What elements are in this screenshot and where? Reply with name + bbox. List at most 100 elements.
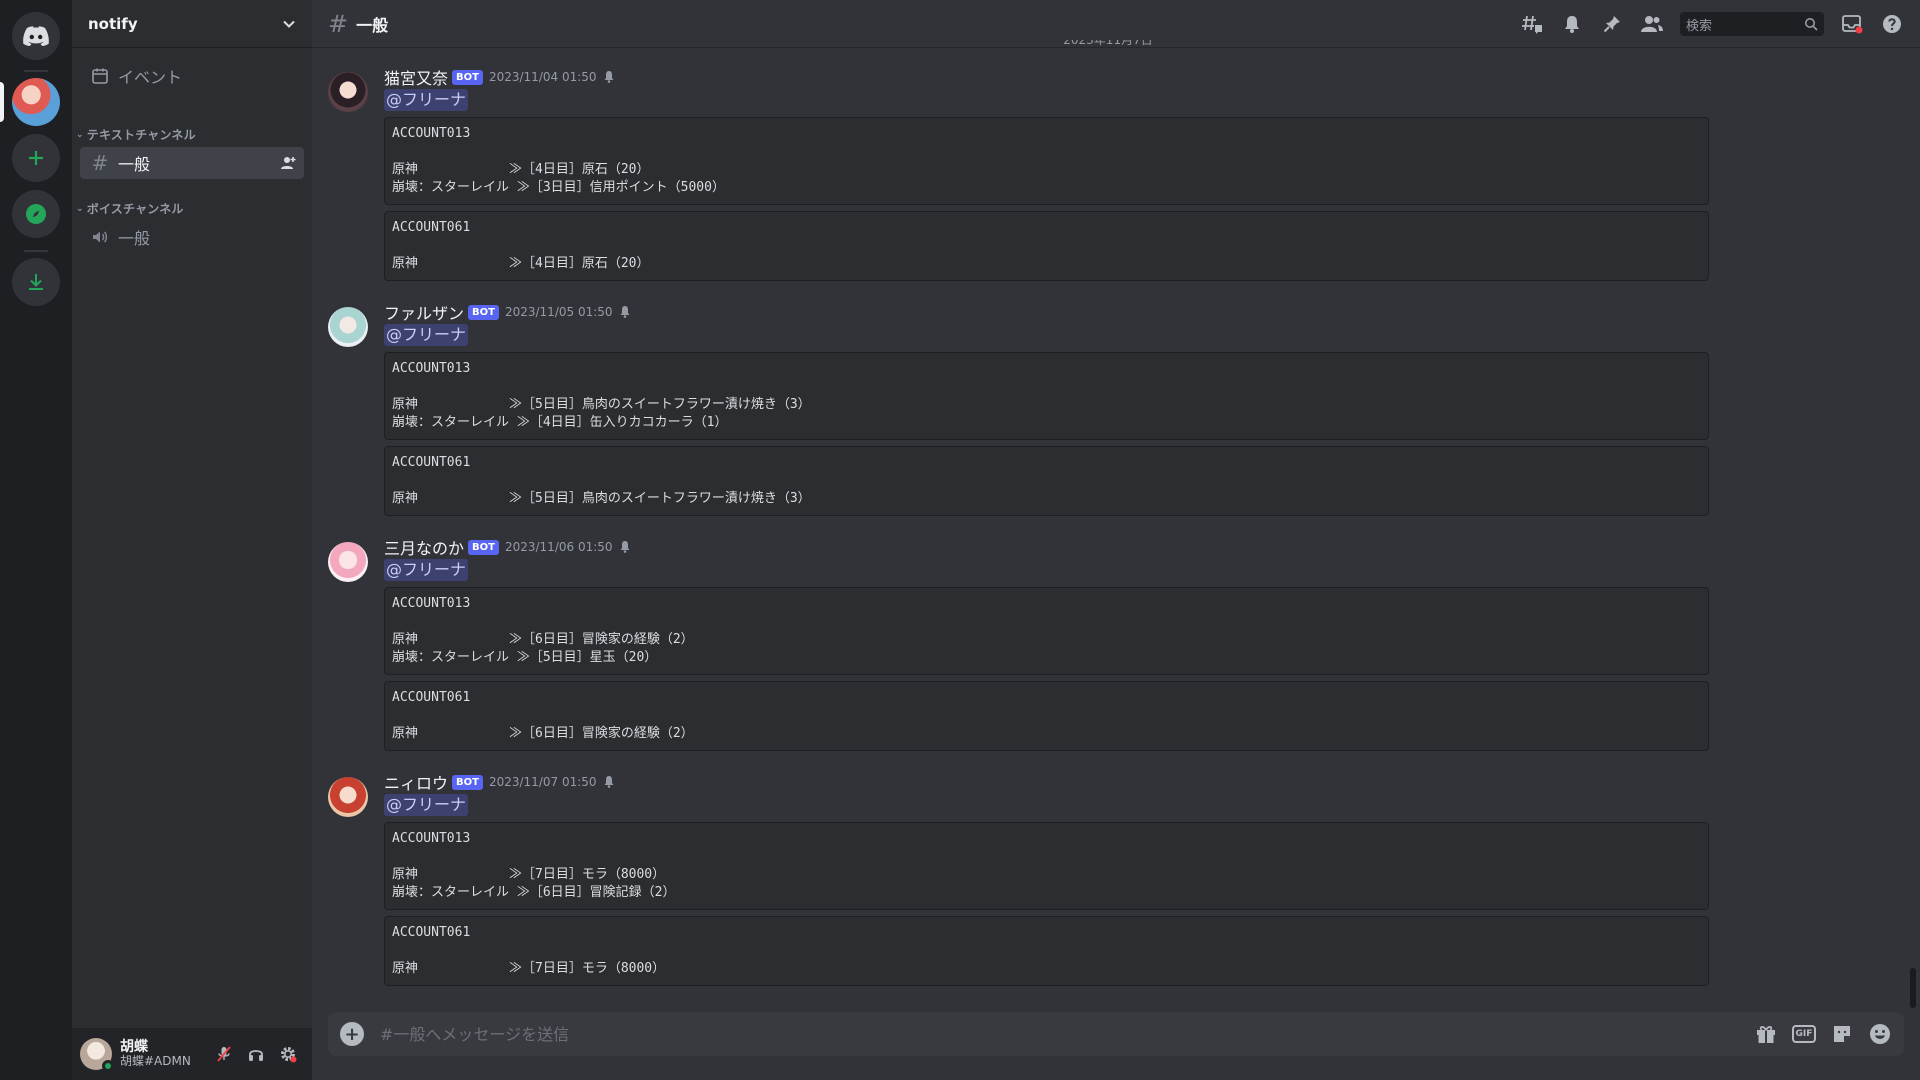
code-block: ACCOUNT013 原神 ≫［7日目］モラ（8000） 崩壊：スターレイル ≫… [384,822,1709,910]
gear-icon [281,1047,297,1063]
gift-button[interactable] [1754,1022,1778,1046]
notification-settings-button[interactable] [1560,12,1584,36]
bell-icon [1565,16,1579,33]
code-block: ACCOUNT061 原神 ≫［5日目］鳥肉のスイートフラワー漬け焼き（3） [384,446,1709,516]
category-text-channels[interactable]: ⌄ テキストチャンネル [76,126,196,143]
message[interactable]: 猫宮又奈 BOT 2023/11/04 01:50 @フリーナ ACCOUNT0… [328,65,1709,281]
search-input[interactable]: 検索 [1680,12,1824,36]
server-header[interactable]: notify [72,0,312,48]
explore-servers-button[interactable] [12,190,60,238]
user-panel: 胡蝶 胡蝶#ADMN [72,1028,312,1080]
message[interactable]: 三月なのか BOT 2023/11/06 01:50 @フリーナ ACCOUNT… [328,535,1709,751]
code-block: ACCOUNT013 原神 ≫［4日目］原石（20） 崩壊：スターレイル ≫［3… [384,117,1709,205]
sticker-button[interactable] [1830,1022,1854,1046]
headphones-icon [249,1050,263,1061]
message[interactable]: ファルザン BOT 2023/11/05 01:50 @フリーナ ACCOUNT… [328,300,1709,516]
author-name[interactable]: ファルザン [384,300,464,324]
avatar[interactable] [328,72,368,112]
bell-icon [619,538,631,557]
threads-icon [1522,15,1542,34]
user-mention[interactable]: @フリーナ [384,89,469,111]
events-label: イベント [118,68,183,87]
message[interactable]: ニィロウ BOT 2023/11/07 01:50 @フリーナ ACCOUNT0… [328,770,1709,986]
inbox-icon [1842,15,1863,34]
author-name[interactable]: 三月なのか [384,535,464,559]
user-settings-button[interactable] [272,1038,304,1070]
code-block: ACCOUNT061 原神 ≫［7日目］モラ（8000） [384,916,1709,986]
user-mention[interactable]: @フリーナ [384,794,469,816]
category-voice-channels[interactable]: ⌄ ボイスチャンネル [76,200,184,217]
threads-button[interactable] [1520,12,1544,36]
channel-title: 一般 [356,15,389,35]
user-mention[interactable]: @フリーナ [384,324,469,346]
members-icon [1641,16,1663,32]
bell-icon [619,303,631,322]
sticker-icon [1834,1026,1850,1042]
date-divider: 2023年11月7日 [1063,40,1153,47]
gift-icon [1757,1026,1775,1043]
rail-separator [24,250,48,252]
user-tag: 胡蝶#ADMN [120,1054,191,1069]
server-rail [0,0,72,1080]
online-status-icon [102,1060,114,1072]
chat-area: # 一般 検索 2023年11月7日 猫宮又奈 BOT 2023/11/04 0… [312,0,1920,1080]
author-name[interactable]: ニィロウ [384,770,448,794]
member-list-button[interactable] [1640,12,1664,36]
bot-badge: BOT [452,774,483,790]
bell-icon [603,68,615,87]
author-name[interactable]: 猫宮又奈 [384,65,448,89]
bot-badge: BOT [468,539,499,555]
search-icon [1805,18,1818,31]
category-label: ボイスチャンネル [86,202,184,216]
user-mention[interactable]: @フリーナ [384,559,469,581]
user-names[interactable]: 胡蝶 胡蝶#ADMN [120,1039,208,1069]
pin-icon [1603,16,1620,33]
code-block: ACCOUNT061 原神 ≫［6日目］冒険家の経験（2） [384,681,1709,751]
channel-sidebar: notify イベント ⌄ テキストチャンネル # 一般 ⌄ ボイスチャンネル … [72,0,312,1080]
help-icon [1883,15,1901,33]
upload-plus-button[interactable]: + [340,1022,364,1046]
emoji-button[interactable] [1868,1022,1892,1046]
discord-home-button[interactable] [12,12,60,60]
gif-button[interactable]: GIF [1792,1025,1816,1043]
inbox-button[interactable] [1840,12,1864,36]
rail-separator [24,70,48,72]
events-link[interactable]: イベント [80,60,304,92]
hashtag-icon: # [91,151,109,175]
avatar[interactable] [328,542,368,582]
scrollbar-thumb[interactable] [1910,968,1916,1008]
message-composer: + GIF [328,1012,1904,1056]
code-block: ACCOUNT013 原神 ≫［6日目］冒険家の経験（2） 崩壊：スターレイル … [384,587,1709,675]
compass-icon [26,204,46,224]
avatar[interactable] [328,777,368,817]
channel-label: 一般 [118,229,151,248]
add-member-icon[interactable] [280,155,296,171]
channel-general-voice[interactable]: 一般 [80,221,304,253]
pinned-messages-button[interactable] [1600,12,1624,36]
calendar-icon [88,67,112,85]
deafen-button[interactable] [240,1038,272,1070]
chevron-down-icon: ⌄ [76,129,84,140]
download-apps-button[interactable] [12,258,60,306]
category-label: テキストチャンネル [86,128,196,142]
timestamp: 2023/11/06 01:50 [504,540,613,554]
code-block: ACCOUNT013 原神 ≫［5日目］鳥肉のスイートフラワー漬け焼き（3） 崩… [384,352,1709,440]
avatar[interactable] [328,307,368,347]
avatar[interactable] [80,1038,114,1072]
hashtag-icon: # [328,9,349,38]
username: 胡蝶 [120,1039,148,1056]
mute-button[interactable] [208,1038,240,1070]
add-server-button[interactable] [12,134,60,182]
channel-label: 一般 [118,155,151,174]
plus-icon [29,151,43,165]
active-server-indicator [0,82,4,122]
bot-badge: BOT [468,304,499,320]
download-icon [29,274,43,290]
help-button[interactable] [1880,12,1904,36]
timestamp: 2023/11/07 01:50 [488,775,597,789]
timestamp: 2023/11/04 01:50 [488,70,597,84]
channel-general-text[interactable]: # 一般 [80,147,304,179]
message-input[interactable] [380,1024,1754,1044]
microphone-muted-icon [217,1046,231,1062]
server-notify-icon[interactable] [12,78,60,126]
